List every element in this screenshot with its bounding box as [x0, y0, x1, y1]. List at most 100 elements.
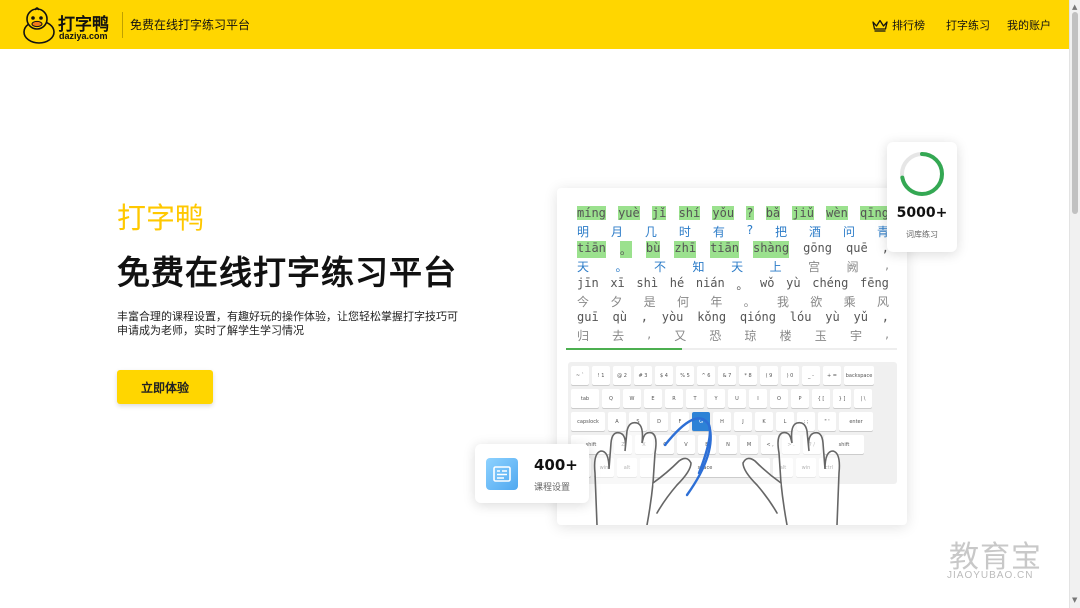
- pinyin-syllable: nián: [695, 276, 725, 290]
- hanzi-char: 天: [577, 260, 590, 274]
- course-card-icon: [486, 458, 518, 490]
- typing-progress-fill: [566, 348, 682, 350]
- pinyin-syllable: yǔ: [853, 310, 868, 324]
- hanzi-char: 玉: [814, 329, 827, 343]
- word-library-count: 5000+: [896, 205, 948, 221]
- pinyin-syllable: yù: [786, 276, 801, 290]
- typing-demo-card: míng yuè jǐ shí yǒu? bǎ jiǔ wèn qīng 明月几时有? 把酒问青 ti…: [557, 188, 907, 525]
- hanzi-char: ?: [746, 223, 754, 237]
- keyboard-key: $ 4: [655, 366, 673, 385]
- pinyin-syllable: jiǔ: [792, 206, 814, 220]
- keyboard-key: ! 1: [592, 366, 610, 385]
- scroll-thumb[interactable]: [1072, 12, 1078, 214]
- nav-leaderboard[interactable]: 排行榜: [872, 17, 925, 33]
- top-header: 打字鸭 daziya.com 免费在线打字练习平台 排行榜 打字练习 我的账户: [0, 0, 1069, 49]
- hanzi-row: 天 。 不 知 天 上 宫 阙,: [577, 258, 889, 275]
- header-slogan: 免费在线打字练习平台: [130, 18, 251, 32]
- pinyin-syllable: quē: [846, 241, 868, 255]
- hanzi-char: 天: [731, 260, 744, 274]
- pinyin-syllable: bǎ: [765, 206, 781, 220]
- hanzi-char: 琼: [744, 329, 757, 343]
- pinyin-syllable: ?: [746, 206, 754, 220]
- pinyin-syllable: míng: [577, 206, 606, 220]
- pinyin-syllable: shí: [678, 206, 701, 220]
- pinyin-syllable: jǐ: [651, 206, 667, 220]
- course-label: 课程设置: [534, 483, 571, 493]
- scroll-up-arrow-icon[interactable]: ▲: [1072, 3, 1077, 11]
- pinyin-syllable: zhī: [674, 241, 697, 258]
- hanzi-char: 楼: [779, 329, 792, 343]
- site-logo[interactable]: 打字鸭 daziya.com: [22, 6, 114, 44]
- keyboard-key: { [: [812, 389, 830, 408]
- hanzi-char: 。: [743, 295, 756, 309]
- hanzi-char: 夕: [610, 295, 623, 309]
- pinyin-row: míng yuè jǐ shí yǒu? bǎ jiǔ wèn qīng: [577, 206, 889, 220]
- keyboard-key: ( 9: [760, 366, 778, 385]
- hanzi-char: 欲: [810, 295, 823, 309]
- pinyin-syllable: yòu: [661, 310, 684, 324]
- course-count: 400+: [534, 456, 578, 474]
- keyboard-key: ^ 6: [697, 366, 715, 385]
- hanzi-char: 我: [776, 295, 789, 309]
- keyboard-key: E: [644, 389, 662, 408]
- hanzi-char: 把: [775, 225, 788, 239]
- pinyin-syllable: qīng: [860, 206, 889, 220]
- keyboard-key: _ -: [802, 366, 820, 385]
- pinyin-syllable: hé: [669, 276, 685, 290]
- pinyin-syllable: guī: [577, 310, 599, 324]
- pinyin-syllable: chéng: [812, 276, 849, 290]
- course-stat-card: 400+ 课程设置: [475, 444, 589, 503]
- hanzi-row: 明月几时有? 把酒问青: [577, 223, 889, 240]
- pinyin-syllable: kǒng: [697, 310, 727, 324]
- keyboard-key: # 3: [634, 366, 652, 385]
- pinyin-syllable: tiān: [710, 241, 739, 258]
- keyboard-key: ~ `: [571, 366, 589, 385]
- keyboard-key: P: [791, 389, 809, 408]
- hanzi-char: 归: [577, 329, 590, 343]
- hanzi-char: 时: [678, 225, 691, 239]
- hanzi-row: 归 去, 又 恐 琼 楼 玉 宇,: [577, 327, 889, 344]
- hero-description: 丰富合理的课程设置，有趣好玩的操作体验，让您轻松掌握打字技巧可申请成为老师，实时…: [117, 310, 458, 337]
- keyboard-row: tab Q W E R T Y U I O P{ [} ] | \: [571, 389, 872, 408]
- hero-title: 免费在线打字练习平台: [117, 253, 457, 292]
- keyboard-row: ~ `! 1 @ 2 # 3 $ 4% 5 ^ 6 & 7 * 8( 9) 0 _ - + = b…: [571, 366, 874, 385]
- hanzi-char: 知: [692, 260, 705, 274]
- pinyin-row: tiān。 bù zhī tiān shàng gōng quē,: [577, 241, 889, 258]
- keyboard-key: Q: [602, 389, 620, 408]
- keyboard-key: * 8: [739, 366, 757, 385]
- nav-typing-practice[interactable]: 打字练习: [946, 17, 990, 33]
- keyboard-key: Y: [707, 389, 725, 408]
- word-library-label: 词库练习: [906, 230, 938, 239]
- hanzi-char: 去: [612, 329, 625, 343]
- nav-my-account[interactable]: 我的账户: [1007, 17, 1051, 33]
- keyboard-key: % 5: [676, 366, 694, 385]
- hanzi-char: 今: [577, 295, 590, 309]
- hanzi-char: 。: [615, 260, 628, 274]
- pinyin-syllable: yuè: [618, 206, 640, 220]
- hanzi-char: ,: [885, 327, 889, 341]
- word-library-stat-card: 5000+ 词库练习: [887, 142, 957, 252]
- keyboard-key: | \: [854, 389, 872, 408]
- hanzi-char: 乘: [843, 295, 856, 309]
- try-now-button[interactable]: 立即体验: [117, 370, 213, 404]
- typing-progress-bar: [566, 348, 897, 350]
- hanzi-char: 酒: [809, 225, 822, 239]
- keyboard-key: tab: [571, 389, 599, 408]
- hanzi-char: 问: [842, 225, 855, 239]
- keyboard-key: } ]: [833, 389, 851, 408]
- hanzi-char: 风: [876, 295, 889, 309]
- pinyin-syllable: qù: [612, 310, 627, 324]
- pinyin-row: jīn xī shì hé nián 。 wǒ yù chéng fēng: [577, 276, 889, 293]
- pinyin-syllable: shì: [636, 276, 659, 290]
- hanzi-char: 是: [643, 295, 656, 309]
- page-scrollbar[interactable]: ▲ ▼: [1069, 0, 1080, 608]
- pinyin-syllable: xī: [610, 276, 625, 290]
- keyboard-key: backspace: [844, 366, 874, 385]
- pinyin-syllable: ,: [640, 310, 648, 324]
- watermark: 教育宝 JIAOYUBAO.CN: [945, 532, 1060, 584]
- pinyin-syllable: yù: [825, 310, 840, 324]
- keyboard-key: T: [686, 389, 704, 408]
- scroll-down-arrow-icon[interactable]: ▼: [1072, 596, 1077, 604]
- pinyin-syllable: 。: [736, 278, 749, 292]
- keyboard-key: & 7: [718, 366, 736, 385]
